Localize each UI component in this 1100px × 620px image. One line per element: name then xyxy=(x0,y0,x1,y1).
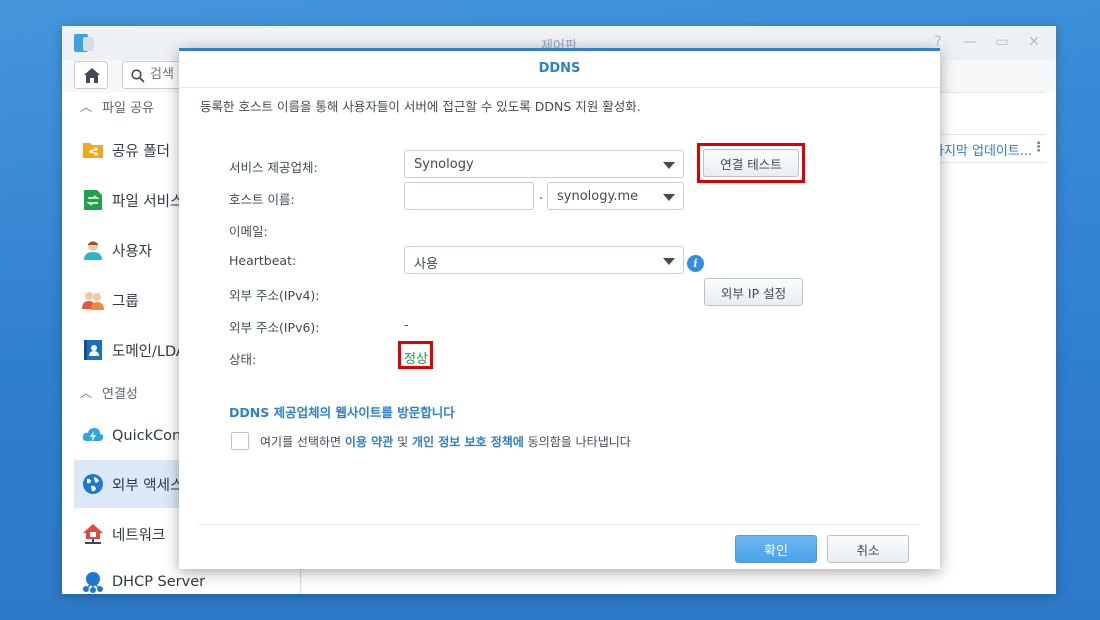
agreement-text-after: 동의함을 나타냅니다 xyxy=(523,435,631,449)
provider-website-link[interactable]: DDNS 제공업체의 웹사이트를 방문합니다 xyxy=(229,402,455,421)
ipv4-label: 외부 주소(IPv4): xyxy=(229,288,320,303)
hostname-separator: . xyxy=(539,188,544,203)
agreement-checkbox[interactable] xyxy=(231,432,249,450)
ok-button[interactable]: 확인 xyxy=(735,535,817,563)
sidebar-item-label: 공유 폴더 xyxy=(112,143,170,160)
chevron-down-icon xyxy=(663,162,675,169)
dialog-footer-divider xyxy=(199,524,920,525)
sidebar-item-label: 사용자 xyxy=(112,243,153,260)
agreement-text-before: 여기를 선택하면 xyxy=(260,435,345,449)
agreement-text: 여기를 선택하면 이용 약관 및 개인 정보 보호 정책에 동의함을 나타냅니다 xyxy=(260,433,631,450)
ipv6-value: - xyxy=(404,317,409,332)
quickconnect-icon xyxy=(82,425,104,447)
heartbeat-select-value: 사용 xyxy=(414,257,438,272)
domain-ldap-icon xyxy=(82,339,104,361)
status-label: 상태: xyxy=(229,352,257,367)
info-icon[interactable]: i xyxy=(687,255,704,272)
dhcp-server-icon xyxy=(82,571,104,593)
sidebar-item-label: 파일 서비스 xyxy=(112,193,184,210)
more-options-icon[interactable]: ⋮ xyxy=(1032,140,1045,155)
provider-select[interactable]: Synology xyxy=(404,150,684,178)
user-icon xyxy=(82,239,104,261)
highlight-box-status xyxy=(398,341,433,369)
search-icon xyxy=(131,69,145,83)
ipv6-label: 외부 주소(IPv6): xyxy=(229,320,320,335)
home-button[interactable] xyxy=(74,61,108,89)
agreement-text-and: 및 xyxy=(393,435,412,449)
highlight-box-test-connection xyxy=(697,143,805,183)
external-ip-settings-button[interactable]: 외부 IP 설정 xyxy=(704,278,803,306)
minimize-icon[interactable]: — xyxy=(962,34,978,50)
column-header-last-update[interactable]: 마지막 업데이트... xyxy=(932,140,1032,159)
chevron-down-icon xyxy=(663,258,675,265)
dialog-description: 등록한 호스트 이름을 통해 사용자들이 서버에 접근할 수 있도록 DDNS … xyxy=(200,99,641,114)
ddns-dialog: DDNS 등록한 호스트 이름을 통해 사용자들이 서버에 접근할 수 있도록 … xyxy=(179,48,940,569)
network-icon xyxy=(82,523,104,545)
search-input[interactable] xyxy=(150,67,180,82)
hostname-input[interactable] xyxy=(404,182,534,210)
chevron-up-icon: ︿ xyxy=(80,385,93,400)
group-icon xyxy=(82,289,104,311)
heartbeat-select[interactable]: 사용 xyxy=(404,246,684,274)
shared-folder-icon xyxy=(82,139,104,161)
maximize-icon[interactable]: ▭ xyxy=(994,34,1010,50)
hostname-domain-select[interactable]: synology.me xyxy=(547,182,684,210)
provider-label: 서비스 제공업체: xyxy=(229,160,318,175)
sidebar-item-label: 그룹 xyxy=(112,293,139,310)
file-services-icon xyxy=(82,189,104,211)
privacy-policy-link[interactable]: 개인 정보 보호 정책에 xyxy=(412,435,524,449)
email-label: 이메일: xyxy=(229,224,268,239)
sidebar-item-label: 외부 액세스 xyxy=(112,477,184,494)
close-icon[interactable]: ✕ xyxy=(1026,34,1042,50)
dialog-title: DDNS xyxy=(538,61,581,76)
terms-of-service-link[interactable]: 이용 약관 xyxy=(345,435,393,449)
hostname-label: 호스트 이름: xyxy=(229,192,295,207)
cancel-button[interactable]: 취소 xyxy=(827,535,909,563)
sidebar-section-file-sharing[interactable]: ︿ 파일 공유 xyxy=(80,96,154,116)
search-box[interactable] xyxy=(122,61,182,89)
domain-select-value: synology.me xyxy=(557,189,639,204)
sidebar-section-label: 연결성 xyxy=(102,386,138,402)
sidebar-item-label: 네트워크 xyxy=(112,527,166,544)
sidebar-section-label: 파일 공유 xyxy=(102,100,154,116)
provider-select-value: Synology xyxy=(414,157,474,172)
globe-icon xyxy=(82,473,104,495)
sidebar-section-connectivity[interactable]: ︿ 연결성 xyxy=(80,382,138,402)
chevron-up-icon: ︿ xyxy=(80,99,93,114)
window-controls: ? — ▭ ✕ xyxy=(930,34,1042,50)
sidebar-item-label: DHCP Server xyxy=(112,574,206,590)
chevron-down-icon xyxy=(663,194,675,201)
home-icon xyxy=(84,68,100,83)
heartbeat-label: Heartbeat: xyxy=(229,253,297,268)
dialog-title-divider xyxy=(179,87,940,88)
